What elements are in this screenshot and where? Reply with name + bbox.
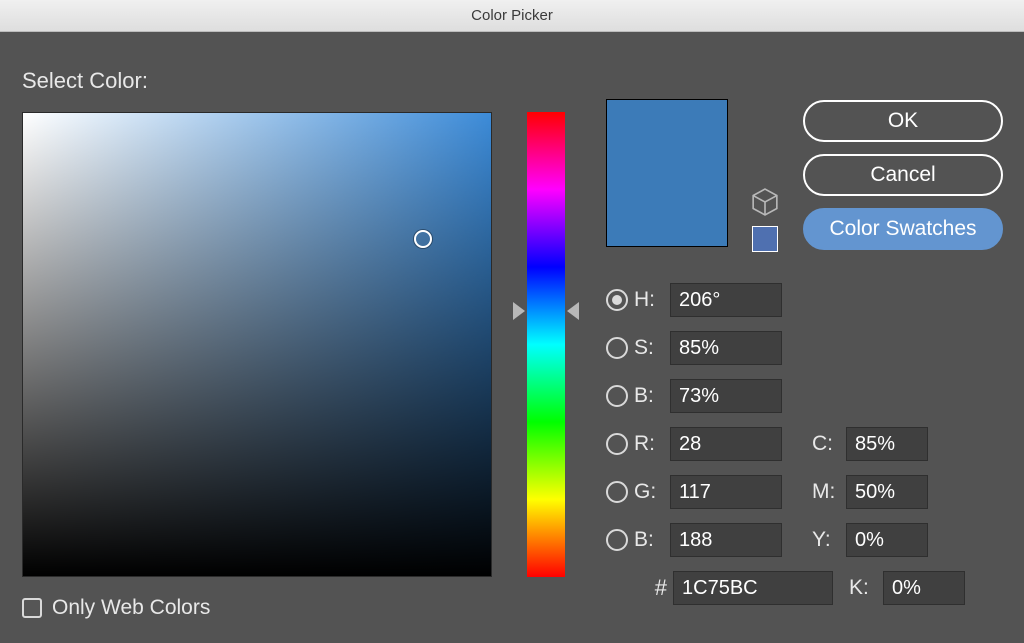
- row-bb: B: 188 Y: 0%: [606, 516, 1004, 564]
- label-r: R:: [634, 432, 670, 456]
- input-c[interactable]: 85%: [846, 427, 928, 461]
- input-m[interactable]: 50%: [846, 475, 928, 509]
- only-web-colors-row[interactable]: Only Web Colors: [22, 596, 210, 620]
- radio-bb[interactable]: [606, 529, 628, 551]
- row-h: H: 206°: [606, 276, 1004, 324]
- select-color-label: Select Color:: [22, 68, 148, 94]
- label-m: M:: [812, 480, 846, 504]
- hue-slider-handle-left[interactable]: [513, 302, 525, 320]
- input-k[interactable]: 0%: [883, 571, 965, 605]
- label-h: H:: [634, 288, 670, 312]
- row-s: S: 85%: [606, 324, 1004, 372]
- input-y[interactable]: 0%: [846, 523, 928, 557]
- label-hex: #: [637, 575, 667, 601]
- radio-g[interactable]: [606, 481, 628, 503]
- titlebar: Color Picker: [0, 0, 1024, 32]
- row-bv: B: 73%: [606, 372, 1004, 420]
- cube-icon: [752, 188, 778, 216]
- hue-strip[interactable]: [527, 112, 565, 577]
- color-preview: [606, 99, 728, 247]
- hue-slider-handle-right[interactable]: [567, 302, 579, 320]
- row-hex: # 1C75BC K: 0%: [606, 564, 1004, 612]
- input-g[interactable]: 117: [670, 475, 782, 509]
- label-g: G:: [634, 480, 670, 504]
- input-bv[interactable]: 73%: [670, 379, 782, 413]
- cancel-button-label: Cancel: [870, 163, 935, 187]
- sv-cursor[interactable]: [414, 230, 432, 248]
- radio-bv[interactable]: [606, 385, 628, 407]
- label-k: K:: [849, 576, 883, 600]
- ok-button[interactable]: OK: [803, 100, 1003, 142]
- input-r[interactable]: 28: [670, 427, 782, 461]
- ok-button-label: OK: [888, 109, 918, 133]
- saturation-value-field[interactable]: [22, 112, 492, 577]
- only-web-colors-checkbox[interactable]: [22, 598, 42, 618]
- window-title: Color Picker: [471, 7, 553, 24]
- color-swatches-button-label: Color Swatches: [829, 217, 976, 241]
- label-bv: B:: [634, 384, 670, 408]
- radio-r[interactable]: [606, 433, 628, 455]
- color-picker-panel: Select Color: OK Cancel Color Swatches H…: [0, 32, 1024, 643]
- radio-s[interactable]: [606, 337, 628, 359]
- only-web-colors-label: Only Web Colors: [52, 596, 210, 620]
- input-bb[interactable]: 188: [670, 523, 782, 557]
- label-bb: B:: [634, 528, 670, 552]
- label-c: C:: [812, 432, 846, 456]
- row-r: R: 28 C: 85%: [606, 420, 1004, 468]
- value-rows: H: 206° S: 85% B: 73% R: 28 C: 85% G: 11…: [606, 276, 1004, 612]
- radio-h[interactable]: [606, 289, 628, 311]
- color-swatches-button[interactable]: Color Swatches: [803, 208, 1003, 250]
- current-color-swatch[interactable]: [752, 226, 778, 252]
- label-y: Y:: [812, 528, 846, 552]
- label-s: S:: [634, 336, 670, 360]
- cancel-button[interactable]: Cancel: [803, 154, 1003, 196]
- row-g: G: 117 M: 50%: [606, 468, 1004, 516]
- input-s[interactable]: 85%: [670, 331, 782, 365]
- input-hex[interactable]: 1C75BC: [673, 571, 833, 605]
- input-h[interactable]: 206°: [670, 283, 782, 317]
